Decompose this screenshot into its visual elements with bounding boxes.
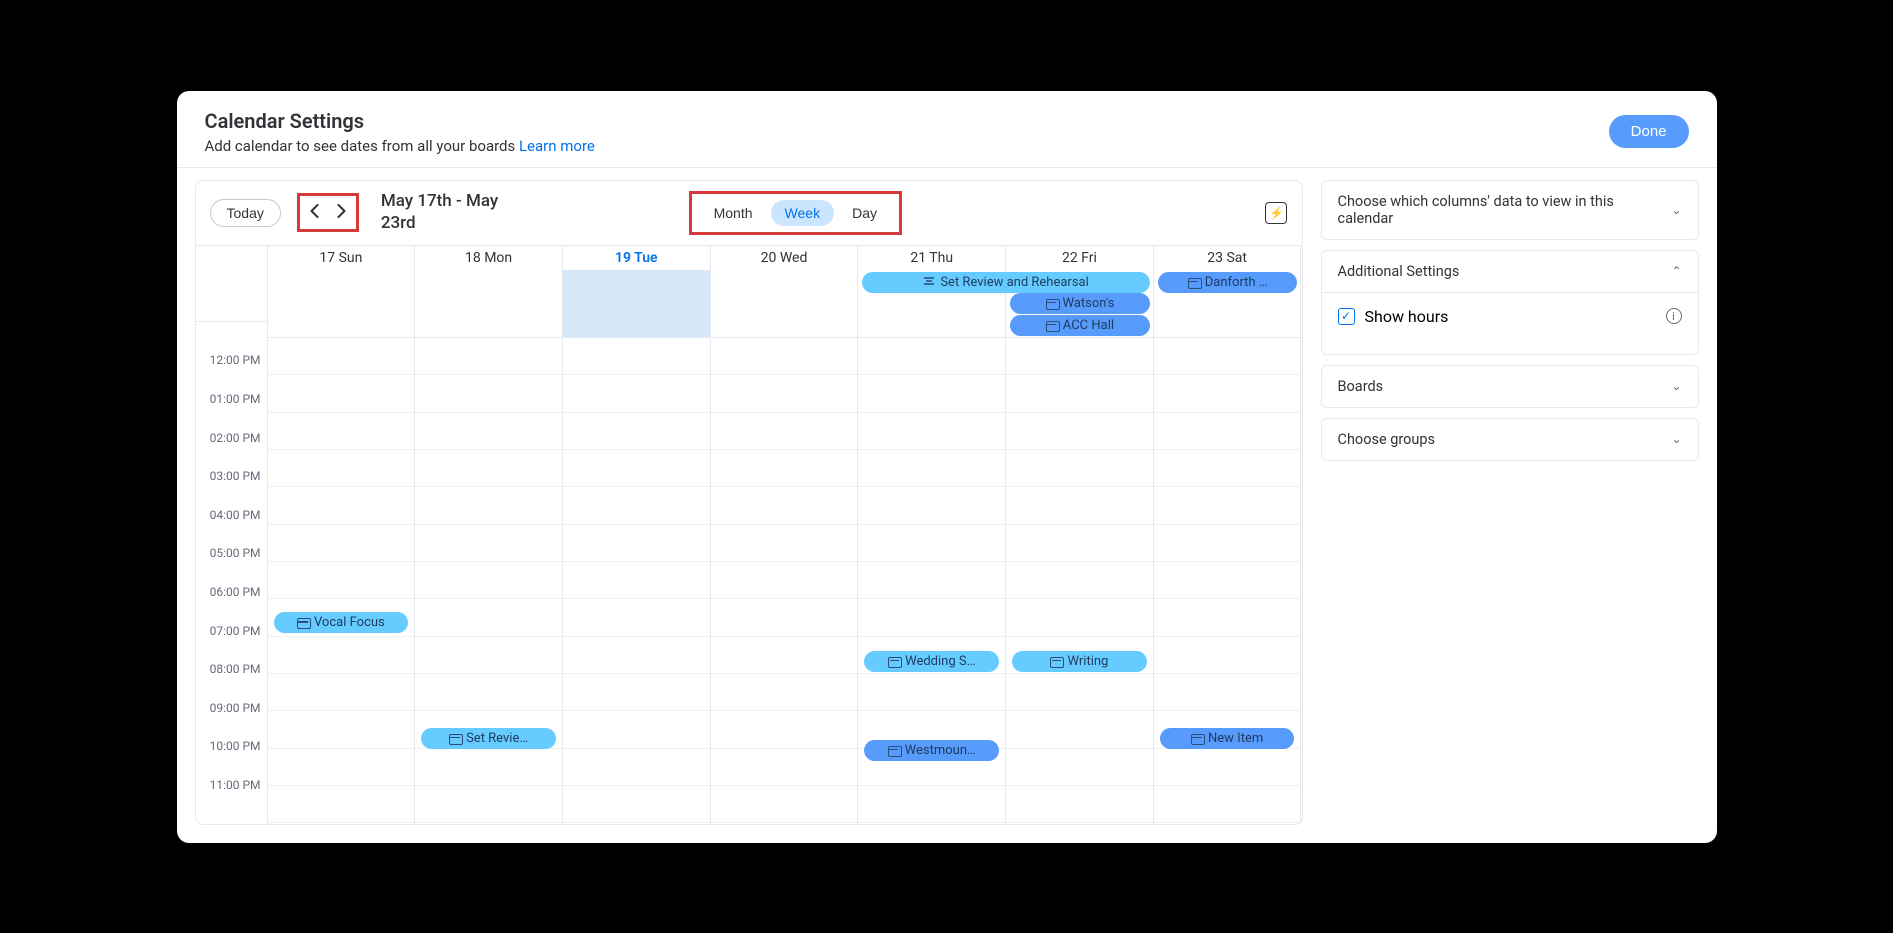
additional-panel-header[interactable]: Additional Settings ⌃: [1322, 251, 1698, 292]
chevron-up-icon: ⌃: [1671, 264, 1681, 278]
time-label: 05:00 PM: [196, 546, 267, 585]
learn-more-link[interactable]: Learn more: [519, 137, 595, 155]
calendar-icon: [1191, 733, 1203, 744]
day-header: 22 Fri: [1006, 246, 1154, 270]
allday-cell[interactable]: [268, 270, 416, 338]
subtitle-prefix: Add calendar to see dates from all your …: [205, 137, 519, 155]
timed-event[interactable]: Writing: [1012, 651, 1147, 672]
checkbox-checked-icon: ✓: [1338, 308, 1355, 325]
day-column[interactable]: Wedding S… Westmoun…: [858, 338, 1006, 824]
timeline-icon: [923, 275, 935, 290]
day-column[interactable]: [563, 338, 711, 824]
time-label: 06:00 PM: [196, 585, 267, 624]
day-header: 20 Wed: [711, 246, 859, 270]
page-subtitle: Add calendar to see dates from all your …: [205, 137, 595, 155]
time-label: 01:00 PM: [196, 392, 267, 431]
timed-event[interactable]: Vocal Focus: [274, 612, 409, 633]
boards-panel-header[interactable]: Boards ⌄: [1322, 366, 1698, 407]
day-column[interactable]: Writing: [1006, 338, 1154, 824]
allday-cell[interactable]: [563, 270, 711, 338]
additional-panel-label: Additional Settings: [1338, 263, 1460, 280]
nav-highlight-box: [297, 193, 359, 232]
chevron-down-icon: ⌄: [1671, 203, 1681, 217]
time-label: 09:00 PM: [196, 701, 267, 740]
allday-event[interactable]: Watson's: [1010, 293, 1150, 314]
day-header: 17 Sun: [268, 246, 416, 270]
groups-panel-header[interactable]: Choose groups ⌄: [1322, 419, 1698, 460]
time-label: 10:00 PM: [196, 739, 267, 778]
timed-event[interactable]: Westmoun…: [864, 740, 999, 761]
info-icon[interactable]: i: [1666, 308, 1682, 324]
day-header: 21 Thu: [858, 246, 1006, 270]
view-day[interactable]: Day: [838, 200, 891, 226]
day-column[interactable]: Set Revie…: [415, 338, 563, 824]
day-header: 18 Mon: [415, 246, 563, 270]
day-column[interactable]: [711, 338, 859, 824]
view-highlight-box: Month Week Day: [689, 191, 902, 235]
time-label: 12:00 PM: [196, 353, 267, 392]
calendar-icon: [1046, 320, 1058, 331]
done-button[interactable]: Done: [1609, 115, 1689, 148]
day-column[interactable]: New Item: [1154, 338, 1302, 824]
today-button[interactable]: Today: [210, 199, 281, 227]
boards-panel-label: Boards: [1338, 378, 1384, 395]
time-label: 02:00 PM: [196, 431, 267, 470]
calendar-pane: Today May 17th - May 23rd Month Week Day…: [195, 180, 1303, 825]
allday-event[interactable]: Danforth …: [1158, 272, 1298, 293]
prev-button[interactable]: [308, 202, 321, 223]
calendar-icon: [888, 745, 900, 756]
time-label: 03:00 PM: [196, 469, 267, 508]
view-week[interactable]: Week: [771, 200, 835, 226]
time-label: 08:00 PM: [196, 662, 267, 701]
allday-event[interactable]: Set Review and Rehearsal: [862, 272, 1149, 293]
page-title: Calendar Settings: [205, 109, 595, 133]
time-column: 12:00 PM01:00 PM02:00 PM03:00 PM04:00 PM…: [196, 246, 268, 824]
timed-event[interactable]: New Item: [1160, 728, 1295, 749]
allday-cell[interactable]: [711, 270, 859, 338]
time-label: [196, 315, 267, 354]
timed-event[interactable]: Set Revie…: [421, 728, 556, 749]
calendar-icon: [449, 733, 461, 744]
calendar-icon: [1050, 656, 1062, 667]
day-header: 19 Tue: [563, 246, 711, 270]
groups-panel-label: Choose groups: [1338, 431, 1436, 448]
time-label: 11:00 PM: [196, 778, 267, 817]
date-range-label: May 17th - May 23rd: [381, 191, 501, 234]
allday-event[interactable]: ACC Hall: [1010, 315, 1150, 336]
columns-panel-header[interactable]: Choose which columns' data to view in th…: [1322, 181, 1698, 239]
lightning-icon[interactable]: ⚡: [1265, 202, 1287, 224]
calendar-icon: [297, 617, 309, 628]
time-label: 07:00 PM: [196, 624, 267, 663]
timed-event[interactable]: Wedding S…: [864, 651, 999, 672]
day-column[interactable]: Vocal Focus: [268, 338, 416, 824]
next-button[interactable]: [335, 202, 348, 223]
chevron-down-icon: ⌄: [1671, 379, 1681, 393]
chevron-down-icon: ⌄: [1671, 432, 1681, 446]
columns-panel-label: Choose which columns' data to view in th…: [1338, 193, 1672, 227]
calendar-icon: [1046, 298, 1058, 309]
calendar-icon: [888, 656, 900, 667]
show-hours-option[interactable]: ✓ Show hours: [1338, 307, 1449, 326]
time-label: 04:00 PM: [196, 508, 267, 547]
day-header: 23 Sat: [1154, 246, 1302, 270]
view-month[interactable]: Month: [700, 200, 767, 226]
show-hours-label: Show hours: [1365, 307, 1449, 326]
calendar-icon: [1188, 277, 1200, 288]
allday-cell[interactable]: [415, 270, 563, 338]
